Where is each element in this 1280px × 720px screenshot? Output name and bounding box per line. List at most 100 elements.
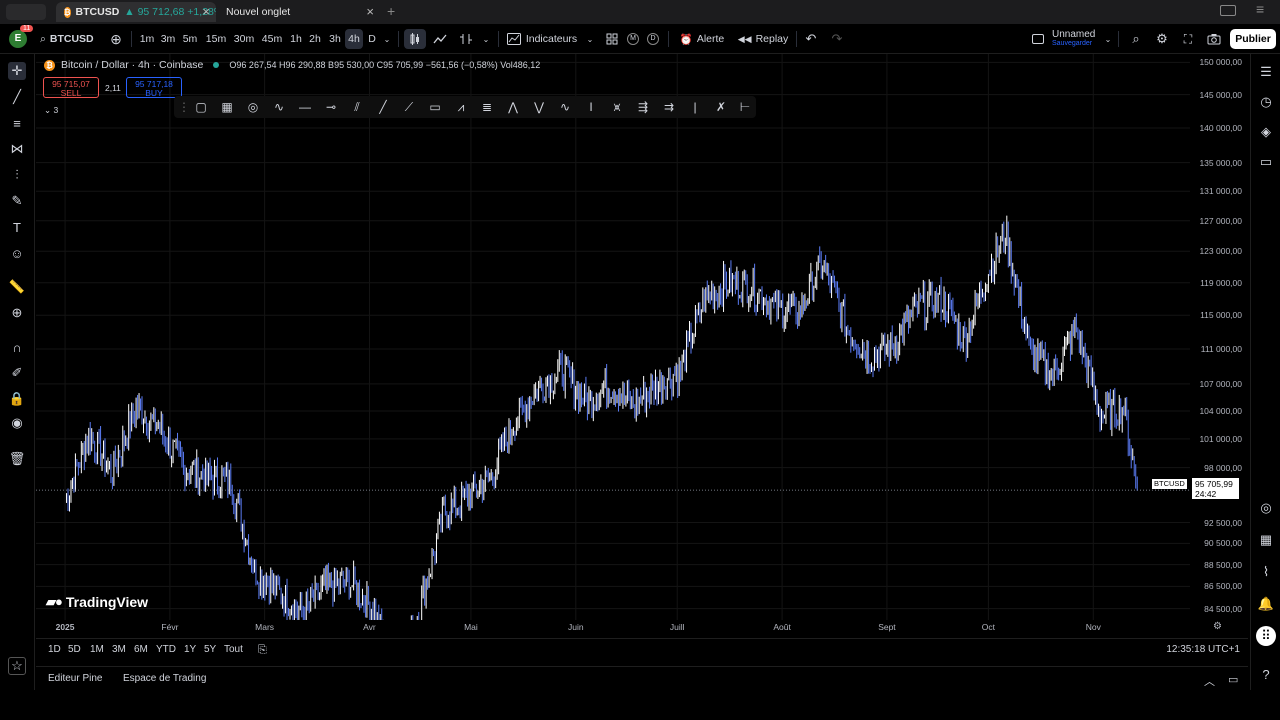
close-icon[interactable]: × xyxy=(366,4,374,19)
sidebar-toggle-button[interactable] xyxy=(6,4,46,20)
fullscreen-icon[interactable]: ⛶ xyxy=(1178,29,1198,49)
vertical-line-icon[interactable]: | xyxy=(687,99,703,115)
date-range-icon[interactable]: ⊢ xyxy=(737,99,753,115)
indicators-collapse-button[interactable]: ⌄ 3 xyxy=(44,105,64,117)
gear-icon[interactable]: ⚙ xyxy=(1152,29,1172,49)
interval-4h[interactable]: 4h xyxy=(345,29,363,49)
interval-45m[interactable]: 45m xyxy=(260,29,284,49)
text-icon[interactable]: T xyxy=(8,218,26,236)
browser-tab-btcusd[interactable]: ₿ BTCUSD ▲ 95 712,68 +1,28% × xyxy=(56,2,216,22)
tab-pine-editor[interactable]: Editeur Pine xyxy=(48,673,102,684)
screen-icon[interactable] xyxy=(1220,5,1236,16)
m-button[interactable]: M xyxy=(626,29,640,49)
fib-icon[interactable]: ≣ xyxy=(479,99,495,115)
interval-5m[interactable]: 5m xyxy=(180,29,200,49)
chevron-down-icon[interactable]: ⌄ xyxy=(479,29,493,49)
chevron-down-icon[interactable]: ⌄ xyxy=(583,29,597,49)
browser-tab-new[interactable]: Nouvel onglet × xyxy=(218,2,380,22)
camera-icon[interactable] xyxy=(1204,29,1224,49)
plus-icon[interactable]: + xyxy=(387,3,395,19)
help-icon[interactable]: ? xyxy=(1256,664,1276,684)
horizontal-ray-icon[interactable]: ⊸ xyxy=(323,99,339,115)
interval-3h[interactable]: 3h xyxy=(326,29,344,49)
ruler-icon[interactable]: 📏 xyxy=(8,278,26,296)
settings-icon[interactable]: ⚙ xyxy=(1213,621,1222,632)
long-position-icon[interactable]: ⇶ xyxy=(635,99,651,115)
maximize-panel-icon[interactable]: ▭ xyxy=(1228,673,1238,686)
close-icon[interactable]: × xyxy=(202,4,210,19)
range-5d[interactable]: 5D xyxy=(68,644,81,655)
elliott-wave-icon[interactable]: ⩘ xyxy=(453,99,469,115)
pattern-icon[interactable]: ⋈ xyxy=(8,140,26,158)
interval-d[interactable]: D xyxy=(364,29,380,49)
alert-button[interactable]: ⏰ Alerte xyxy=(676,29,728,49)
compare-add-button[interactable]: ⊕ xyxy=(106,29,126,49)
circle-icon[interactable]: ◎ xyxy=(245,99,261,115)
chevron-up-icon[interactable]: ︿ xyxy=(1204,673,1215,689)
zoom-in-icon[interactable]: ⊕ xyxy=(8,304,26,322)
chevron-down-icon[interactable]: ⌄ xyxy=(381,29,393,49)
xabcd-pattern-icon[interactable]: ⋀ xyxy=(505,99,521,115)
range-1y[interactable]: 1Y xyxy=(184,644,196,655)
rss-icon[interactable]: ⌇ xyxy=(1256,562,1276,582)
interval-30m[interactable]: 30m xyxy=(232,29,256,49)
buy-button[interactable]: 95 717,18 BUY xyxy=(126,77,182,98)
interval-15m[interactable]: 15m xyxy=(204,29,228,49)
bars-icon[interactable] xyxy=(456,29,476,49)
layout-icon[interactable] xyxy=(1030,29,1046,49)
brush-icon[interactable]: ✎ xyxy=(8,192,26,210)
range-5y[interactable]: 5Y xyxy=(204,644,216,655)
interval-1m[interactable]: 1m xyxy=(137,29,157,49)
avatar[interactable]: E 11 xyxy=(8,25,34,49)
grid-icon[interactable]: ▦ xyxy=(219,99,235,115)
lock-icon[interactable]: 🔒 xyxy=(8,390,26,408)
horizontal-line-icon[interactable]: — xyxy=(297,99,313,115)
quick-search-icon[interactable]: ⌕ xyxy=(1126,29,1146,49)
sell-button[interactable]: 95 715,07 SELL xyxy=(43,77,99,98)
eye-icon[interactable]: ◉ xyxy=(8,414,26,432)
callout-icon[interactable]: ▭ xyxy=(427,99,443,115)
stay-drawing-icon[interactable]: ✐ xyxy=(8,364,26,382)
ray-icon[interactable]: ⟋ xyxy=(401,99,417,115)
range-all[interactable]: Tout xyxy=(224,644,243,655)
candles-icon[interactable] xyxy=(404,29,426,49)
interval-3m[interactable]: 3m xyxy=(158,29,178,49)
star-icon[interactable]: ☆ xyxy=(8,657,26,675)
replay-button[interactable]: ◀◀ Replay xyxy=(736,29,790,49)
abcd-pattern-icon[interactable]: ⋁ xyxy=(531,99,547,115)
alerts-clock-icon[interactable]: ◷ xyxy=(1256,92,1276,112)
calendar-icon[interactable]: ▦ xyxy=(1256,530,1276,550)
clock[interactable]: 12:35:18 UTC+1 xyxy=(1166,644,1240,655)
range-6m[interactable]: 6M xyxy=(134,644,148,655)
head-shoulders-icon[interactable]: ⩙ xyxy=(609,99,625,115)
tab-trading-panel[interactable]: Espace de Trading xyxy=(123,673,206,684)
layouts-icon[interactable] xyxy=(602,29,622,49)
wave-icon[interactable]: ∿ xyxy=(557,99,573,115)
price-axis[interactable]: 150 000,00 145 000,00 140 000,00 135 000,00… xyxy=(1190,54,1248,620)
apps-grid-icon[interactable]: ⠿ xyxy=(1256,626,1276,646)
target-icon[interactable]: ◎ xyxy=(1256,498,1276,518)
trend-line-icon[interactable]: ╱ xyxy=(8,88,26,106)
crossed-tools-icon[interactable]: ✗ xyxy=(713,99,729,115)
redo-icon[interactable]: ↷ xyxy=(828,29,846,49)
parallel-channel-icon[interactable]: ⫽ xyxy=(349,99,365,115)
range-ytd[interactable]: YTD xyxy=(156,644,176,655)
undo-icon[interactable]: ↶ xyxy=(802,29,820,49)
bell-icon[interactable]: 🔔 xyxy=(1256,594,1276,614)
menu-icon[interactable]: ≡ xyxy=(1256,1,1264,17)
magnet-icon[interactable]: ∩ xyxy=(8,338,26,356)
symbol-search-button[interactable]: ⌕ BTCUSD xyxy=(40,29,102,49)
chat-icon[interactable]: ▭ xyxy=(1256,152,1276,172)
chart-pane[interactable] xyxy=(36,54,1190,620)
d-button[interactable]: D xyxy=(646,29,660,49)
emoji-icon[interactable]: ☺ xyxy=(8,244,26,262)
fib-retracement-icon[interactable]: ≡ xyxy=(8,114,26,132)
trend-line-icon[interactable]: ╱ xyxy=(375,99,391,115)
interval-2h[interactable]: 2h xyxy=(306,29,324,49)
layers-icon[interactable]: ◈ xyxy=(1256,122,1276,142)
cursor-icon[interactable]: ✛ xyxy=(8,62,26,80)
watchlist-icon[interactable]: ☰ xyxy=(1256,62,1276,82)
range-1d[interactable]: 1D xyxy=(48,644,61,655)
interval-1h[interactable]: 1h xyxy=(287,29,305,49)
publish-button[interactable]: Publier xyxy=(1230,29,1276,49)
